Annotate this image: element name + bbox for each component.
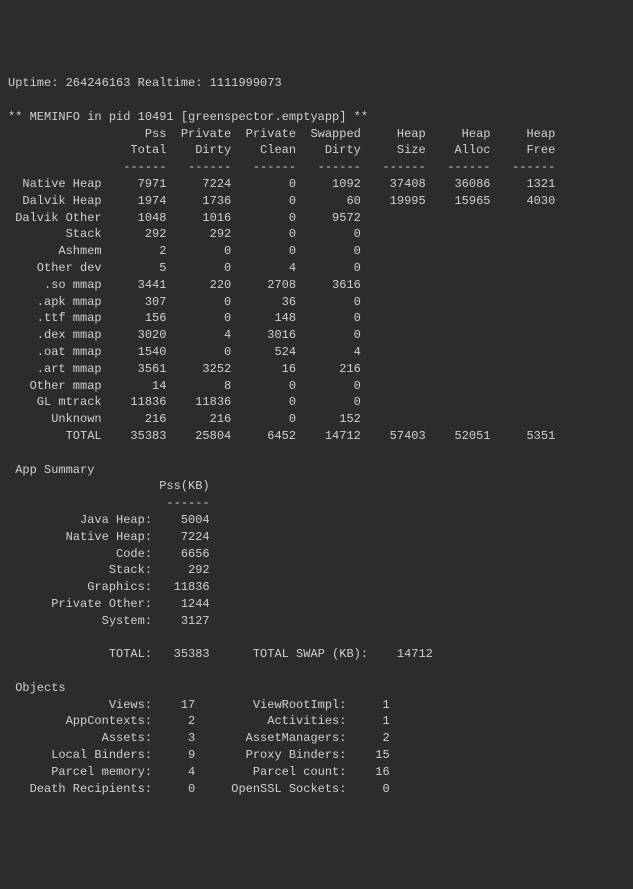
terminal-output: Uptime: 264246163 Realtime: 1111999073 *… [8, 75, 625, 797]
